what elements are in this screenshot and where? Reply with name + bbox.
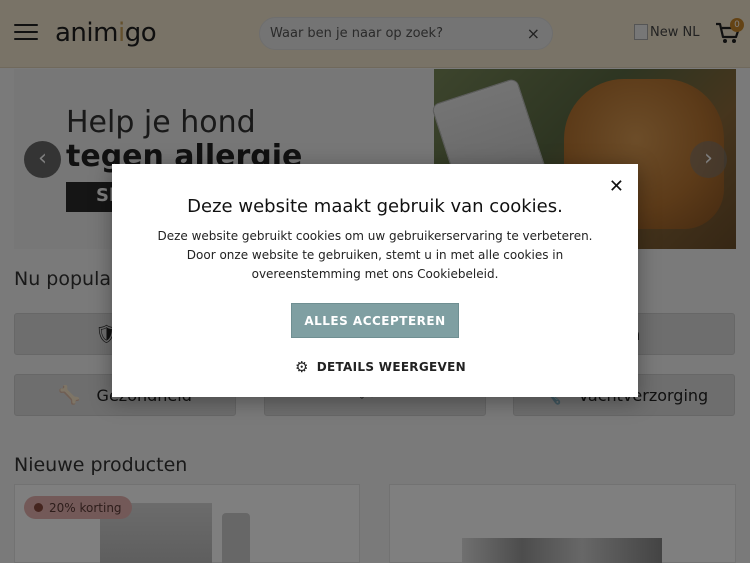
cookie-dialog-text: Deze website gebruikt cookies om uw gebr… — [157, 229, 593, 281]
cookie-dialog-title: Deze website maakt gebruik van cookies. — [187, 196, 563, 217]
accept-all-button[interactable]: ALLES ACCEPTEREN — [291, 303, 459, 338]
show-details-label: DETAILS WEERGEVEN — [316, 360, 466, 374]
cookie-consent-dialog: ✕ Deze website maakt gebruik van cookies… — [112, 164, 638, 397]
close-icon[interactable]: ✕ — [609, 176, 624, 197]
gear-icon: ⚙ — [295, 358, 309, 376]
show-details-button[interactable]: ⚙ DETAILS WEERGEVEN — [295, 358, 466, 376]
